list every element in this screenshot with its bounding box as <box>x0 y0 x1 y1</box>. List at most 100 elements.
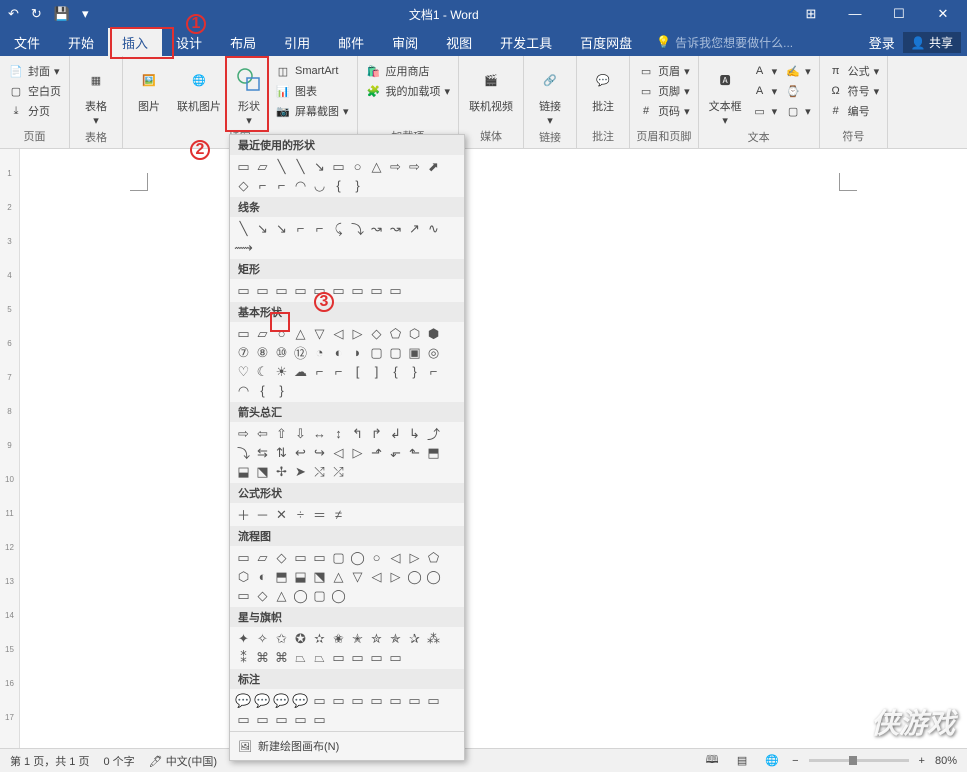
shape-item[interactable]: ◯ <box>424 567 443 586</box>
shape-item[interactable]: ◇ <box>234 176 253 195</box>
shape-item[interactable]: ☀ <box>272 362 291 381</box>
shape-item[interactable]: ▷ <box>348 443 367 462</box>
shape-item[interactable]: ↩ <box>291 443 310 462</box>
maximize-button[interactable]: ☐ <box>879 6 919 22</box>
textbox-button[interactable]: 🅰文本框▾ <box>705 62 746 129</box>
shape-item[interactable]: ◇ <box>272 548 291 567</box>
zoom-out-button[interactable]: − <box>792 755 798 767</box>
text-opt-3[interactable]: ▭▾ <box>750 102 780 120</box>
shape-item[interactable]: ⌐ <box>424 362 443 381</box>
tab-view[interactable]: 视图 <box>432 28 486 56</box>
shape-item[interactable]: ➤ <box>291 462 310 481</box>
shape-item[interactable]: ◁ <box>386 548 405 567</box>
undo-button[interactable]: ↶ <box>8 6 19 22</box>
zoom-slider[interactable] <box>809 759 909 762</box>
shape-item[interactable]: 💬 <box>291 691 310 710</box>
shape-item[interactable]: ◁ <box>329 324 348 343</box>
shape-item[interactable]: ⤵ <box>348 219 367 238</box>
shape-item[interactable]: ▭ <box>367 281 386 300</box>
shape-item[interactable]: ▷ <box>348 324 367 343</box>
store-button[interactable]: 🛍️应用商店 <box>364 62 453 80</box>
shape-item[interactable]: ⇩ <box>291 424 310 443</box>
chart-button[interactable]: 📊图表 <box>273 82 351 100</box>
shape-item[interactable]: ✯ <box>386 629 405 648</box>
shape-item[interactable]: ✰ <box>405 629 424 648</box>
text-opt-1[interactable]: A▾ <box>750 62 780 80</box>
shape-item[interactable]: ▭ <box>272 710 291 729</box>
shape-item[interactable]: ▭ <box>329 648 348 667</box>
header-button[interactable]: ▭页眉 ▾ <box>636 62 692 80</box>
shape-item[interactable]: ▭ <box>386 648 405 667</box>
shape-item[interactable]: ↰ <box>348 424 367 443</box>
shape-item[interactable]: ⤹ <box>329 219 348 238</box>
tab-references[interactable]: 引用 <box>270 28 324 56</box>
shape-item[interactable]: ▱ <box>253 157 272 176</box>
status-lang[interactable]: 🖊 中文(中国) <box>149 753 217 769</box>
shape-item[interactable]: ⌐ <box>310 362 329 381</box>
shape-item[interactable]: { <box>386 362 405 381</box>
shape-item[interactable]: ⬑ <box>405 443 424 462</box>
shape-item[interactable]: ▣ <box>405 343 424 362</box>
shape-item[interactable]: ▭ <box>348 648 367 667</box>
shape-item[interactable]: ▭ <box>348 691 367 710</box>
shape-item[interactable]: ╲ <box>234 219 253 238</box>
shape-item[interactable]: ⬡ <box>405 324 424 343</box>
shape-item[interactable]: ✬ <box>329 629 348 648</box>
shape-item[interactable]: } <box>272 381 291 400</box>
shape-item[interactable]: ▭ <box>253 710 272 729</box>
shape-item[interactable]: ○ <box>272 324 291 343</box>
smartart-button[interactable]: ◫SmartArt <box>273 62 351 80</box>
shape-item[interactable]: ╲ <box>291 157 310 176</box>
tab-insert[interactable]: 插入 <box>108 28 162 56</box>
shape-item[interactable]: ≠ <box>329 505 348 524</box>
shape-item[interactable]: ↝ <box>367 219 386 238</box>
shape-item[interactable]: ▭ <box>272 281 291 300</box>
shape-item[interactable]: ✭ <box>348 629 367 648</box>
shape-item[interactable]: ✦ <box>234 629 253 648</box>
shape-item[interactable]: ▭ <box>234 710 253 729</box>
shape-item[interactable]: } <box>348 176 367 195</box>
shape-item[interactable]: { <box>329 176 348 195</box>
shape-item[interactable]: [ <box>348 362 367 381</box>
view-web-button[interactable]: 🌐 <box>762 754 782 767</box>
shape-item[interactable]: ⬠ <box>424 548 443 567</box>
new-canvas-button[interactable]: 🖼新建绘图画布(N) <box>230 731 464 760</box>
shape-item[interactable]: ↗ <box>405 219 424 238</box>
shape-item[interactable]: ○ <box>367 548 386 567</box>
shape-item[interactable]: ↘ <box>253 219 272 238</box>
shape-item[interactable]: ⌐ <box>310 219 329 238</box>
my-addins-button[interactable]: 🧩我的加载项 ▾ <box>364 82 453 100</box>
shape-item[interactable]: ▭ <box>291 548 310 567</box>
shape-item[interactable]: ✩ <box>272 629 291 648</box>
page-canvas[interactable] <box>20 149 967 748</box>
shape-item[interactable]: ▭ <box>291 281 310 300</box>
shape-item[interactable]: ⇅ <box>272 443 291 462</box>
shape-item[interactable]: ↕ <box>329 424 348 443</box>
shape-item[interactable]: ▭ <box>386 691 405 710</box>
shape-item[interactable]: ↱ <box>367 424 386 443</box>
shape-item[interactable]: ▭ <box>234 324 253 343</box>
tab-mailings[interactable]: 邮件 <box>324 28 378 56</box>
shape-item[interactable]: ⇨ <box>405 157 424 176</box>
shape-item[interactable]: ◇ <box>253 586 272 605</box>
blank-page-button[interactable]: ▢空白页 <box>6 82 63 100</box>
tab-baidu[interactable]: 百度网盘 <box>566 28 646 56</box>
shape-item[interactable]: ⬓ <box>234 462 253 481</box>
shape-item[interactable]: ○ <box>348 157 367 176</box>
shape-item[interactable]: ◐ <box>329 343 348 362</box>
status-words[interactable]: 0 个字 <box>103 753 134 769</box>
shape-item[interactable]: 💬 <box>272 691 291 710</box>
shape-item[interactable]: ▢ <box>367 343 386 362</box>
shape-item[interactable]: ＋ <box>234 505 253 524</box>
qat-more-button[interactable]: ▾ <box>82 6 89 22</box>
pagenum-button[interactable]: #页码 ▾ <box>636 102 692 120</box>
shape-item[interactable]: ⁂ <box>424 629 443 648</box>
shape-item[interactable]: ✪ <box>291 629 310 648</box>
tab-home[interactable]: 开始 <box>54 28 108 56</box>
tab-design[interactable]: 设计 <box>162 28 216 56</box>
shape-item[interactable]: ⬠ <box>386 324 405 343</box>
shape-item[interactable]: ⌐ <box>272 176 291 195</box>
shape-item[interactable]: ⇆ <box>253 443 272 462</box>
shape-item[interactable]: ▭ <box>253 281 272 300</box>
symbol-button[interactable]: Ω符号 ▾ <box>826 82 882 100</box>
